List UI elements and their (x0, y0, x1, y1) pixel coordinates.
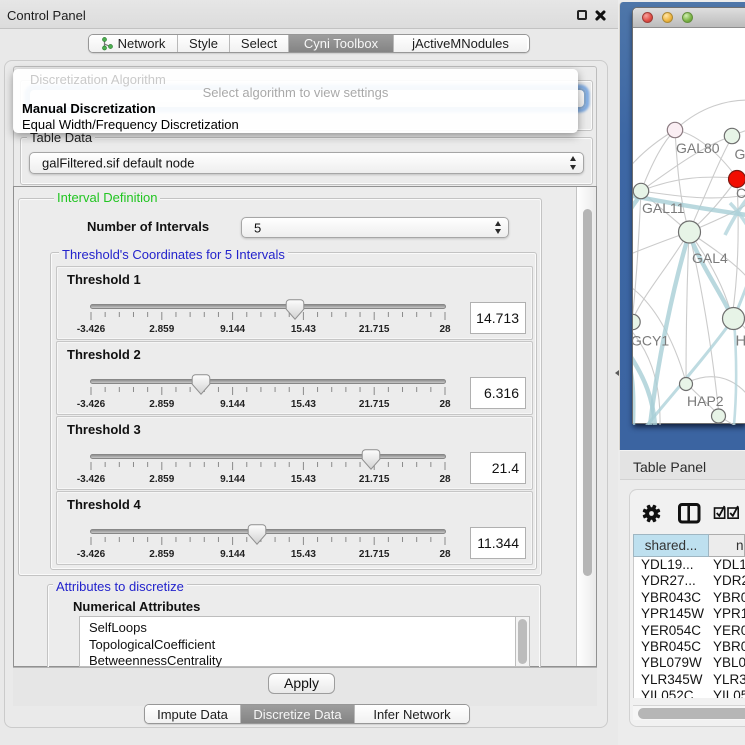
svg-text:HAP2: HAP2 (687, 393, 724, 409)
svg-text:GAL11: GAL11 (642, 200, 685, 216)
svg-text:GCY1: GCY1 (633, 333, 669, 349)
svg-text:GAL80: GAL80 (676, 140, 720, 156)
svg-text:H: H (736, 333, 745, 350)
svg-text:C: C (736, 185, 745, 201)
svg-text:GAL4: GAL4 (692, 250, 728, 266)
svg-text:GA: GA (735, 146, 745, 162)
